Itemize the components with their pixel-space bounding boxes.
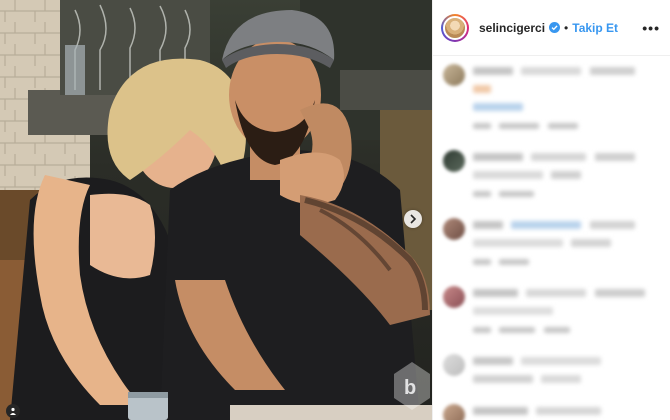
post-header: selincigerci • Takip Et ••• [433, 0, 670, 56]
svg-text:b: b [404, 377, 416, 399]
list-item [443, 354, 660, 390]
next-photo-button[interactable] [404, 210, 422, 228]
avatar[interactable] [441, 13, 469, 42]
blurred-comment [473, 150, 660, 204]
comments-list [433, 56, 670, 420]
list-item [443, 64, 660, 136]
comment-avatar [443, 354, 465, 376]
photo-illustration [0, 0, 432, 420]
blurred-comment [473, 404, 660, 420]
blurred-comment [473, 218, 660, 272]
person-icon [10, 407, 16, 415]
post-side-panel: selincigerci • Takip Et ••• [432, 0, 670, 420]
blurred-comment [473, 286, 660, 340]
comment-avatar [443, 64, 465, 86]
watermark-logo: b [392, 360, 432, 412]
follow-button[interactable]: Takip Et [572, 21, 618, 35]
separator-dot: • [564, 20, 569, 35]
list-item [443, 286, 660, 340]
comment-avatar [443, 404, 465, 420]
blurred-comment [473, 64, 660, 136]
list-item [443, 404, 660, 420]
comment-avatar [443, 286, 465, 308]
avatar-image [443, 15, 467, 40]
chevron-right-icon [410, 214, 417, 224]
blurred-comment [473, 354, 660, 390]
more-options-button[interactable]: ••• [642, 20, 660, 36]
post-photo[interactable]: b [0, 0, 432, 420]
comment-avatar [443, 150, 465, 172]
list-item [443, 150, 660, 204]
username-link[interactable]: selincigerci [479, 21, 545, 35]
verified-badge-icon [549, 22, 561, 33]
list-item [443, 218, 660, 272]
user-tag-icon[interactable] [6, 404, 20, 418]
comment-avatar [443, 218, 465, 240]
